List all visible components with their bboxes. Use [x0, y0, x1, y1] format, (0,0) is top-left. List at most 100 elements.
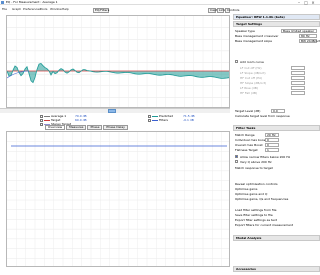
- optimise-gains-q-row: Optimise gains and Q: [235, 192, 318, 196]
- export-filters-measurement-row: Export filters for current measurement: [235, 223, 318, 227]
- app-icon: [1, 1, 4, 4]
- menu-help[interactable]: Help: [62, 7, 69, 11]
- legend-swatch: [152, 119, 158, 121]
- load-filter-row: Load filter settings from file: [235, 208, 318, 212]
- vary-q-label: Vary Q above 200 Hz: [240, 160, 272, 164]
- legend-name: Filters: [159, 118, 168, 122]
- equaliser-header: Equaliser: REW 1.1.0b (beta): [233, 14, 320, 20]
- speaker-type-label: Speaker type: [235, 29, 255, 33]
- optimise-gains-row: Optimise gains: [235, 187, 318, 191]
- window-titlebar: EQ - For Measurement : Average 1 – □ ×: [0, 0, 320, 5]
- limits-button[interactable]: Limits: [217, 8, 228, 13]
- modal-analysis-header[interactable]: Modal Analysis: [233, 235, 320, 241]
- vary-q-row: Vary Q above 200 Hz: [235, 160, 318, 164]
- menu-window[interactable]: Window: [50, 7, 62, 11]
- room-curve-checkbox[interactable]: [235, 60, 238, 63]
- individual-max-boost-row: Individual max boost 0: [235, 138, 318, 142]
- tab-phase-delay[interactable]: Phase Delay: [103, 125, 128, 130]
- tab-measures[interactable]: Measures: [66, 125, 87, 130]
- hf-cutoff-input[interactable]: [291, 76, 305, 80]
- menu-preferences[interactable]: Preferences: [23, 7, 41, 11]
- lf-rise-input[interactable]: [291, 86, 305, 90]
- lf-slope-input[interactable]: [291, 71, 305, 75]
- frequency-response-graph[interactable]: [6, 15, 230, 108]
- upper-grid: [7, 16, 229, 107]
- reveal-row: Reveal optimisation controls: [235, 182, 318, 186]
- speaker-type-row: Speaker type Bass limited speaker: [235, 29, 318, 33]
- allow-narrow-row: Allow narrow filters below 200 Hz: [235, 155, 318, 159]
- overall-max-boost-input[interactable]: 0: [265, 143, 279, 147]
- lf-slope-label: LF Slope (dB/oct): [240, 71, 266, 75]
- optimise-gains-q-button[interactable]: Optimise gains and Q: [235, 192, 267, 196]
- maximize-icon[interactable]: □: [303, 0, 309, 5]
- overall-max-boost-label: Overall max Boost: [235, 143, 263, 147]
- save-filter-button[interactable]: Save filter settings to file: [235, 213, 273, 217]
- room-curve-label: Add room curve: [240, 60, 264, 64]
- legend-value: 60.0 dB: [75, 118, 87, 122]
- legend-row-filters[interactable]: Filters -0.1 dB: [148, 118, 194, 122]
- menu-file[interactable]: File: [2, 7, 7, 11]
- load-filter-button[interactable]: Load filter settings from file: [235, 208, 277, 212]
- hf-cutoff-row: HF Cut off (Hz): [235, 76, 318, 80]
- filter-response-graph[interactable]: [6, 131, 230, 267]
- controls-button[interactable]: Controls: [225, 8, 239, 13]
- capture-button[interactable]: Capture: [208, 8, 222, 13]
- menu-graph[interactable]: Graph: [12, 7, 21, 11]
- menu-tools[interactable]: Tools: [40, 7, 47, 11]
- optimise-all-button[interactable]: Optimise gains, Qs and frequencies: [235, 197, 288, 201]
- tab-overview[interactable]: Overview: [45, 125, 66, 130]
- vary-q-checkbox[interactable]: [235, 160, 238, 163]
- room-curve-row: Add room curve: [235, 60, 318, 64]
- menu-bar: File Graph Preferences Tools Window Help: [0, 6, 230, 12]
- filter-tasks-header[interactable]: Filter Tasks: [233, 125, 320, 131]
- legend-value: -0.1 dB: [183, 118, 194, 122]
- speaker-type-select[interactable]: Bass limited speaker: [281, 29, 317, 33]
- lf-cutoff-label: LF Cut off (Hz): [240, 66, 262, 70]
- legend-checkbox[interactable]: [40, 122, 43, 126]
- target-level-row: Target Level (dB) 0.0: [235, 109, 318, 113]
- legend-swatch: [44, 119, 50, 121]
- bass-slope-label: Bass management slope: [235, 39, 273, 43]
- hf-slope-input[interactable]: [291, 81, 305, 85]
- close-icon[interactable]: ×: [310, 0, 316, 5]
- calculate-target-link[interactable]: Calculate target level from response: [235, 114, 290, 118]
- target-level-input[interactable]: 0.0: [271, 109, 285, 113]
- hf-cutoff-label: HF Cut off (Hz): [240, 76, 263, 80]
- bass-management-select[interactable]: 80 Hz: [299, 34, 317, 38]
- filter-response-svg: [7, 132, 229, 266]
- individual-max-boost-input[interactable]: 0: [265, 138, 279, 142]
- minimize-icon[interactable]: –: [296, 0, 302, 5]
- reveal-optimisation-link[interactable]: Reveal optimisation controls: [235, 182, 278, 186]
- flatness-target-input[interactable]: 1: [265, 148, 279, 152]
- match-range-input[interactable]: 20 Hz: [265, 133, 279, 137]
- allow-narrow-label: Allow narrow filters below 200 Hz: [240, 155, 291, 159]
- accessories-header[interactable]: Accessories: [233, 266, 320, 272]
- hf-fall-label: HF Fall (dB): [240, 91, 258, 95]
- lf-rise-label: LF Rise (dB): [240, 86, 258, 90]
- match-response-button[interactable]: Match response to target: [235, 166, 273, 170]
- legend-checkbox[interactable]: [148, 118, 151, 122]
- lf-slope-row: LF Slope (dB/oct): [235, 71, 318, 75]
- lf-rise-row: LF Rise (dB): [235, 86, 318, 90]
- bass-slope-select[interactable]: BW 24dB/oct: [299, 39, 320, 43]
- tab-phase[interactable]: Phase: [87, 125, 103, 130]
- lower-grid: [7, 132, 229, 266]
- allow-narrow-checkbox[interactable]: [235, 155, 238, 158]
- match-response-row: Match response to target: [235, 166, 318, 170]
- optimise-gains-button[interactable]: Optimise gains: [235, 187, 257, 191]
- hf-slope-label: HF Slope (dB/oct): [240, 81, 267, 85]
- hf-fall-input[interactable]: [291, 91, 305, 95]
- eq-filters-button[interactable]: EQ/Filters: [93, 8, 109, 13]
- flatness-target-row: Flatness Target 1: [235, 148, 318, 152]
- export-filter-row: Export filter settings as text: [235, 218, 318, 222]
- target-settings-header[interactable]: Target Settings: [233, 21, 320, 27]
- calculate-target-row: Calculate target level from response: [235, 114, 318, 118]
- match-range-row: Match Range 20 Hz: [235, 133, 318, 137]
- flatness-target-label: Flatness Target: [235, 148, 258, 152]
- legend-swatch: [44, 115, 50, 117]
- target-level-label: Target Level (dB): [235, 109, 261, 113]
- export-filter-button[interactable]: Export filter settings as text: [235, 218, 277, 222]
- lf-cutoff-input[interactable]: [291, 66, 305, 70]
- export-filters-measurement-button[interactable]: Export filters for current measurement: [235, 223, 293, 227]
- save-filter-row: Save filter settings to file: [235, 213, 318, 217]
